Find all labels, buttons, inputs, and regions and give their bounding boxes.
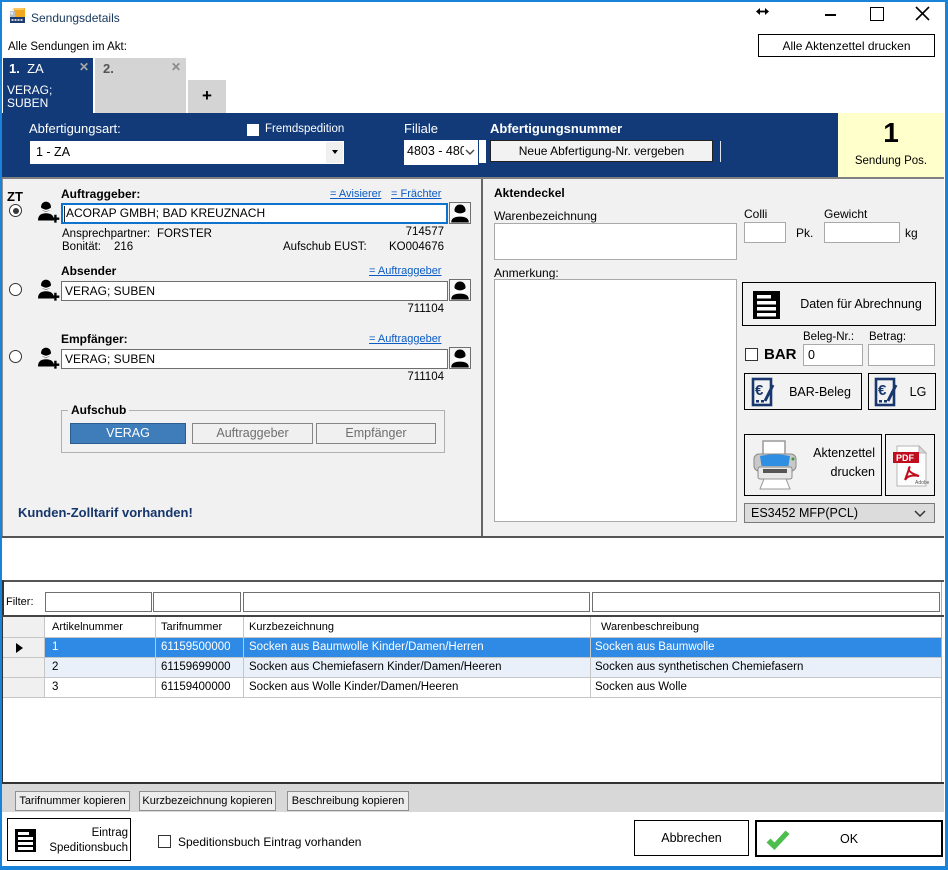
svg-text:€: €	[755, 382, 764, 399]
svg-text:€: €	[878, 382, 887, 399]
svg-text:PDF: PDF	[896, 453, 915, 463]
svg-text:Adobe: Adobe	[915, 480, 929, 486]
